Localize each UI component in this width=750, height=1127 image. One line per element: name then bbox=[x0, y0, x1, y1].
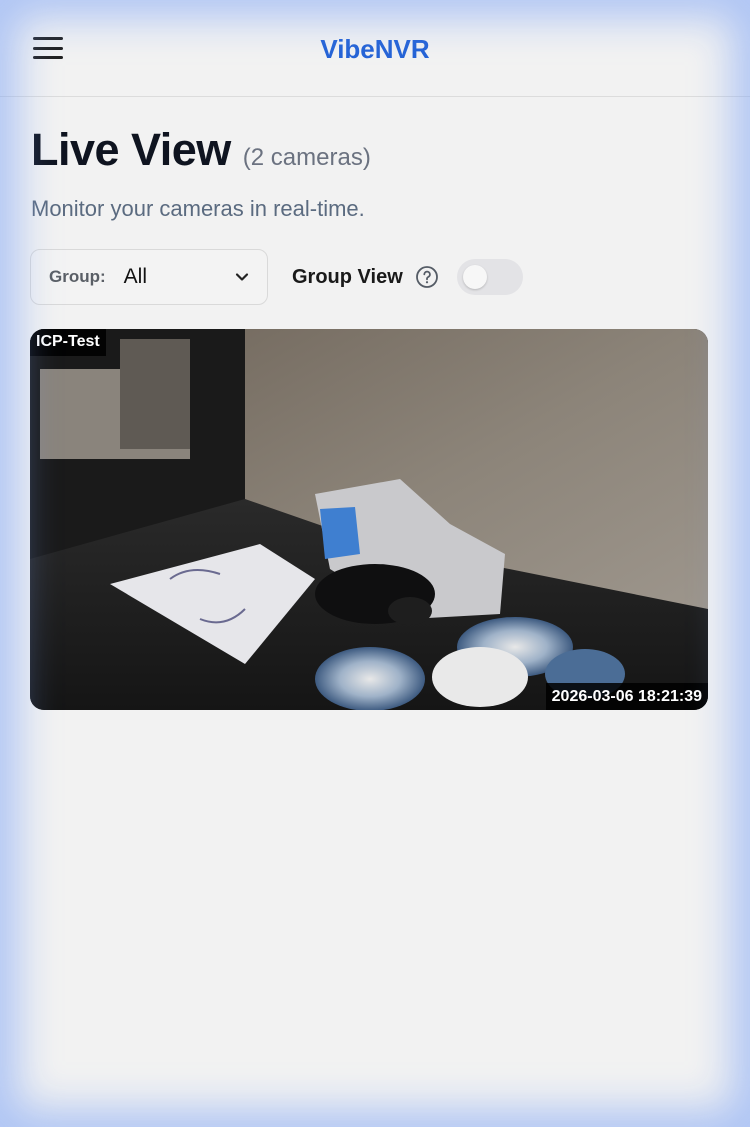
page-title: Live View bbox=[31, 124, 231, 175]
group-select[interactable]: Group: All bbox=[30, 249, 268, 305]
camera-feed-image bbox=[30, 329, 708, 710]
app-brand[interactable]: VibeNVR bbox=[0, 34, 750, 65]
toggle-knob bbox=[463, 265, 487, 289]
page-subtitle: Monitor your cameras in real-time. bbox=[31, 196, 365, 221]
camera-tile[interactable]: ICP-Test 2026-03-06 18:21:39 bbox=[30, 329, 708, 710]
camera-timestamp: 2026-03-06 18:21:39 bbox=[545, 683, 708, 710]
camera-count: (2 cameras) bbox=[242, 144, 371, 171]
group-select-value: All bbox=[123, 265, 147, 288]
group-select-label: Group: bbox=[49, 267, 106, 286]
camera-name-label: ICP-Test bbox=[30, 329, 106, 356]
app-header: VibeNVR bbox=[0, 0, 750, 97]
group-view-toggle[interactable] bbox=[457, 259, 523, 295]
chevron-down-icon bbox=[235, 273, 249, 281]
question-circle-icon[interactable] bbox=[415, 265, 439, 289]
title-row: Live View (2 cameras) bbox=[31, 124, 371, 176]
group-view-label: Group View bbox=[292, 266, 403, 288]
